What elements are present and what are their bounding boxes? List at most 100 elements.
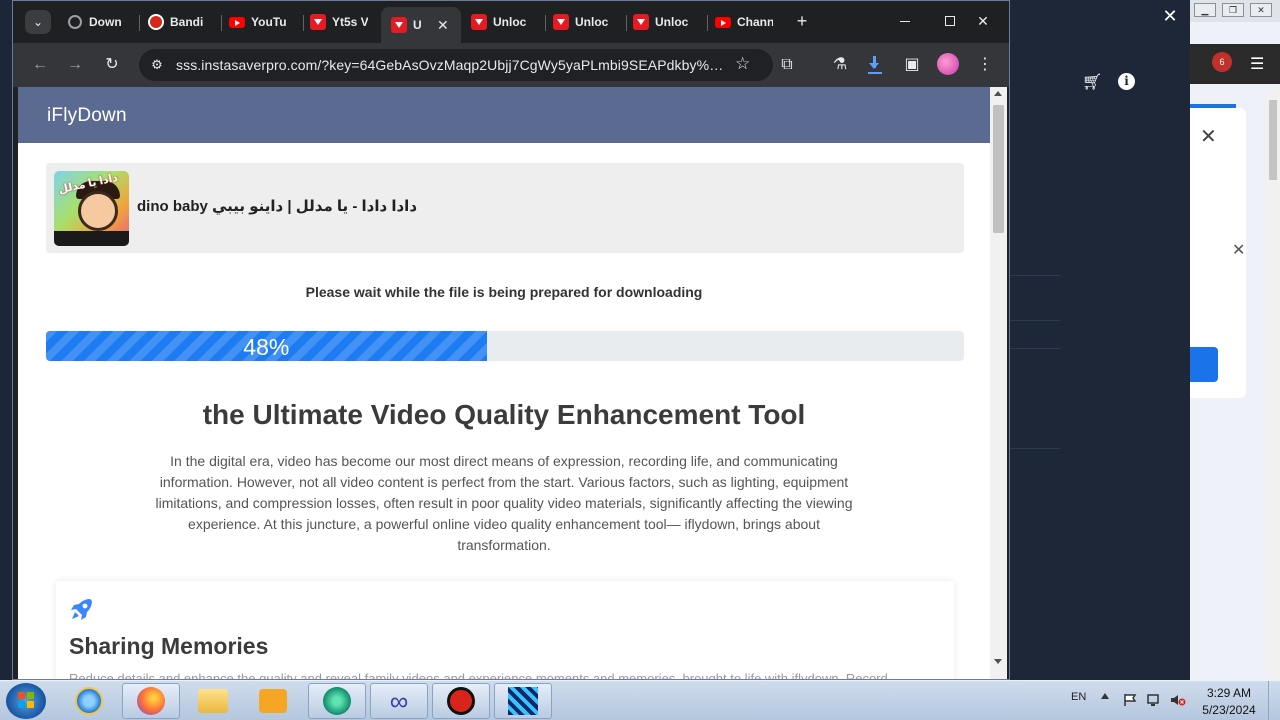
clock-date[interactable]: 5/23/2024 — [1196, 703, 1262, 717]
tab-youtube[interactable]: YouTu — [229, 9, 287, 35]
background-window-controls: ▁ ❐ ✕ — [1190, 0, 1280, 22]
background-restore-button[interactable]: ❐ — [1222, 3, 1244, 17]
scroll-up-arrow-icon[interactable] — [994, 91, 1002, 96]
background-scrollbar-thumb[interactable] — [1269, 100, 1277, 180]
info-icon[interactable]: i — [1118, 73, 1135, 90]
bookmark-star-icon[interactable]: ☆ — [735, 54, 750, 74]
rocket-icon — [71, 599, 92, 620]
tab-yt5s[interactable]: Yt5s V — [310, 9, 368, 35]
tab-strip: ⌄ Down Bandi YouTu Yt5s V U ✕ Unloc Unlo… — [13, 1, 1009, 43]
minimize-button[interactable] — [890, 9, 920, 33]
dialog-close-icon[interactable]: ✕ — [1200, 124, 1217, 149]
start-button[interactable] — [6, 683, 46, 719]
infinity-icon: ∞ — [389, 685, 409, 716]
internet-explorer-icon — [75, 687, 103, 715]
youtube-icon — [229, 14, 245, 30]
volume-muted-icon[interactable] — [1170, 693, 1186, 707]
record-icon — [447, 687, 475, 715]
download-progress-bar: 48% — [46, 331, 964, 361]
browser-toolbar: ← → ↻ ⚙ sss.instasaverpro.com/?key=64Geb… — [13, 43, 1009, 87]
labs-flask-icon[interactable]: ⚗ — [828, 53, 852, 77]
extension-badge-icon[interactable]: 6 — [1212, 52, 1232, 72]
tab-bandicam[interactable]: Bandi — [148, 9, 206, 35]
folder-icon — [198, 689, 228, 713]
video-card: دادا يا مدلل دادا دادا - يا مدلل | داينو… — [46, 163, 964, 253]
background-toolbar — [1190, 44, 1280, 84]
youtube-icon — [715, 14, 731, 30]
tab-separator — [221, 15, 222, 31]
show-desktop-button[interactable] — [1268, 681, 1280, 720]
cart-icon[interactable]: 🛒︎ — [1082, 72, 1102, 92]
download-icon — [471, 14, 487, 30]
action-center-flag-icon[interactable] — [1122, 693, 1138, 707]
page-viewport: iFlyDown دادا يا مدلل دادا دادا - يا مدل… — [18, 87, 990, 679]
tab-separator — [707, 15, 708, 31]
forward-arrow-icon[interactable]: → — [63, 53, 87, 77]
background-close-button[interactable]: ✕ — [1250, 3, 1272, 17]
wait-message: Please wait while the file is being prep… — [305, 284, 703, 300]
browser-window: ⌄ Down Bandi YouTu Yt5s V U ✕ Unloc Unlo… — [12, 0, 1010, 680]
taskbar-internet-explorer[interactable] — [60, 683, 118, 719]
scroll-down-arrow-icon[interactable] — [994, 659, 1002, 664]
background-close-icon[interactable]: ✕ — [1160, 6, 1180, 26]
profile-avatar[interactable] — [937, 53, 959, 75]
new-tab-button[interactable]: + — [792, 11, 812, 31]
taskbar-file-explorer[interactable] — [184, 683, 242, 719]
side-panel-icon[interactable]: ▣ — [900, 53, 924, 77]
reload-icon[interactable]: ↻ — [100, 53, 124, 77]
taskbar-app-green[interactable] — [308, 683, 366, 719]
page-scrollbar[interactable] — [990, 87, 1007, 679]
background-window: ✕ ▁ ❐ ✕ 6 ☰ 🛒︎ i ✕ ✕ — [1010, 0, 1280, 680]
background-divider — [1010, 448, 1060, 449]
close-window-button[interactable]: ✕ — [968, 9, 998, 33]
extensions-puzzle-icon[interactable]: ⧉ — [775, 53, 799, 77]
site-info-icon[interactable]: ⚙ — [149, 57, 165, 73]
download-icon — [633, 14, 649, 30]
site-header: iFlyDown — [18, 87, 990, 143]
tab-download[interactable]: Down — [67, 9, 125, 35]
back-arrow-icon[interactable]: ← — [28, 53, 52, 77]
download-icon — [310, 14, 326, 30]
tray-expand-icon[interactable] — [1101, 693, 1109, 699]
tab-search-chevron-icon[interactable]: ⌄ — [25, 10, 51, 34]
feature-title: Sharing Memories — [69, 633, 269, 659]
taskbar-app-infinity[interactable]: ∞ — [370, 683, 428, 719]
site-logo[interactable]: iFlyDown — [47, 105, 127, 127]
media-player-icon — [259, 689, 287, 713]
tab-unlock-3[interactable]: Unloc — [633, 9, 691, 35]
network-icon[interactable] — [1146, 693, 1162, 707]
green-app-icon — [323, 687, 351, 715]
video-thumbnail: دادا يا مدلل — [54, 171, 129, 246]
tab-unlock-1[interactable]: Unloc — [471, 9, 529, 35]
url-text[interactable]: sss.instasaverpro.com/?key=64GebAsOvzMaq… — [176, 57, 724, 73]
globe-icon — [67, 14, 83, 30]
taskbar-media-player[interactable] — [244, 683, 302, 719]
progress-fill: 48% — [46, 331, 487, 361]
menu-kebab-icon[interactable]: ⋮ — [973, 53, 997, 77]
background-minimize-button[interactable]: ▁ — [1194, 3, 1216, 17]
page-scrollbar-thumb[interactable] — [993, 105, 1004, 233]
downloads-icon[interactable] — [865, 53, 889, 77]
feature-card: Sharing Memories Reduce details and enha… — [56, 581, 954, 679]
tab-active[interactable]: U ✕ — [381, 7, 461, 43]
taskbar-video-editor[interactable] — [494, 683, 552, 719]
download-icon — [391, 17, 407, 33]
tab-close-icon[interactable]: ✕ — [437, 17, 449, 34]
taskbar-firefox[interactable] — [122, 683, 180, 719]
tab-channel[interactable]: Chann — [715, 9, 773, 35]
menu-icon[interactable]: ☰ — [1250, 54, 1264, 74]
address-bar[interactable]: ⚙ sss.instasaverpro.com/?key=64GebAsOvzM… — [139, 49, 773, 81]
background-divider — [1010, 320, 1060, 321]
taskbar-bandicam[interactable] — [432, 683, 490, 719]
tab-separator — [303, 15, 304, 31]
maximize-button[interactable] — [935, 9, 965, 33]
video-title: دادا دادا - يا مدلل | داينو بيبي dino ba… — [137, 198, 418, 215]
download-icon — [553, 14, 569, 30]
windows-logo-icon — [18, 692, 34, 708]
tray-language[interactable]: EN — [1071, 691, 1086, 703]
dialog-secondary-close-icon[interactable]: ✕ — [1232, 240, 1245, 260]
background-primary-button[interactable] — [1190, 347, 1218, 382]
tab-unlock-2[interactable]: Unloc — [553, 9, 611, 35]
clock-time[interactable]: 3:29 AM — [1196, 686, 1262, 700]
firefox-icon — [137, 687, 165, 715]
